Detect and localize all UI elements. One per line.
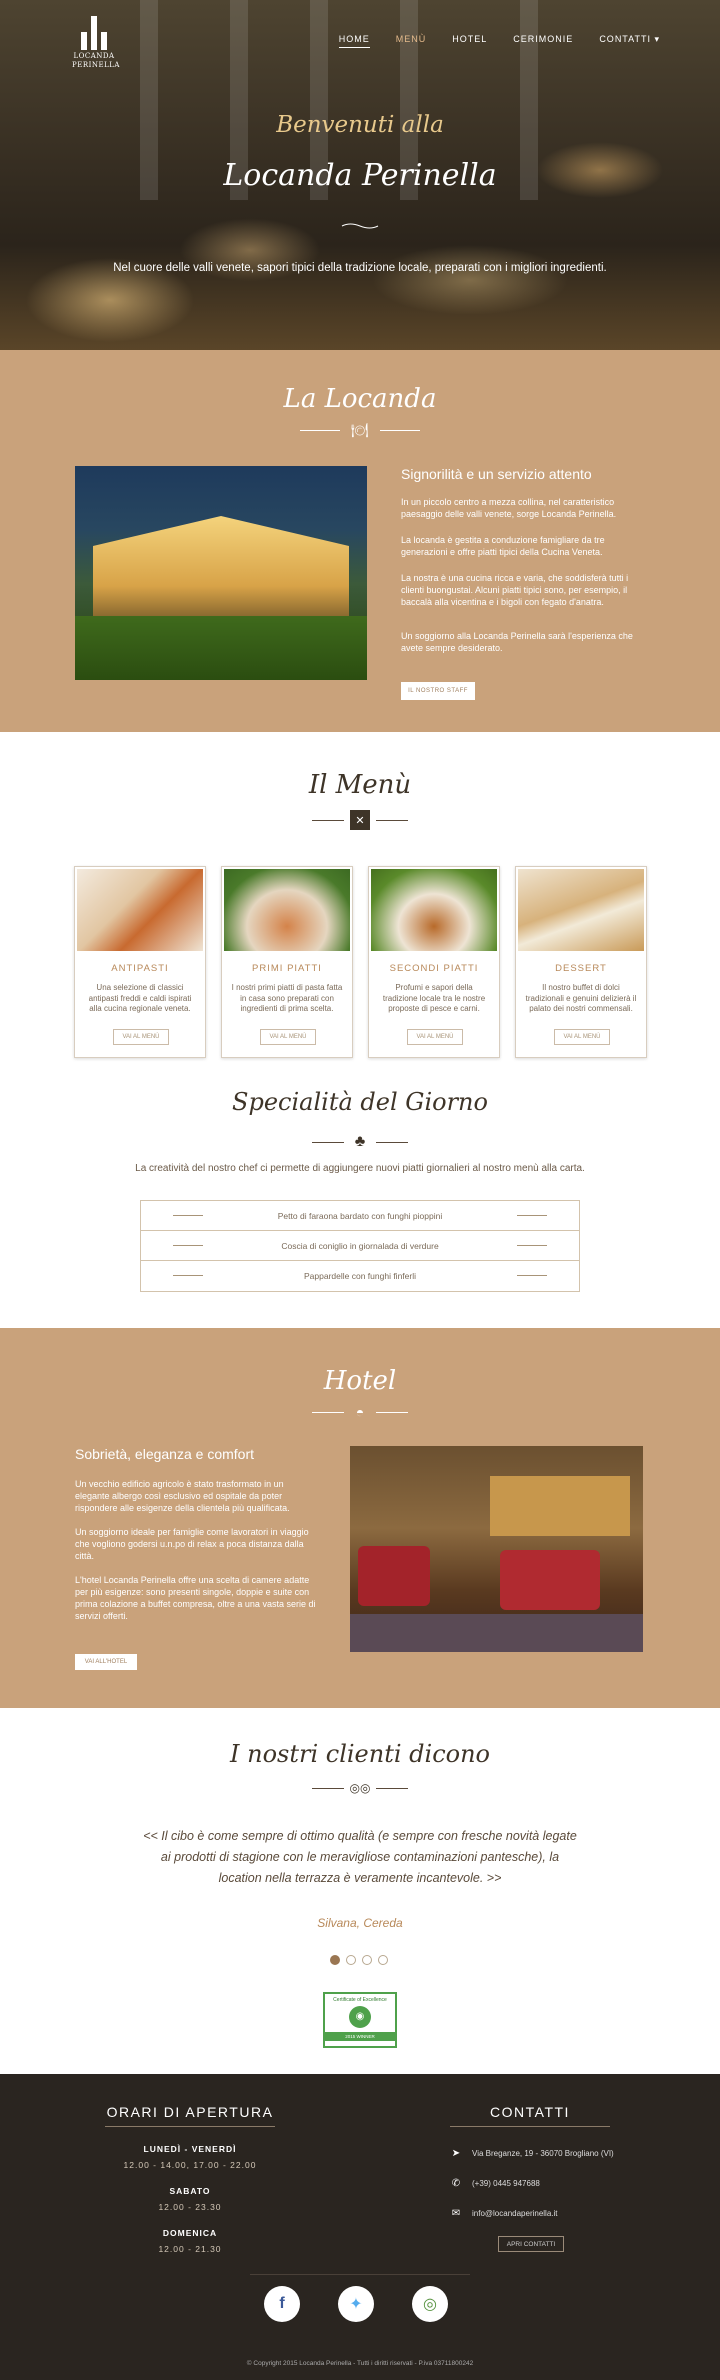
testimonial-author: Silvana, Cereda xyxy=(317,1916,403,1930)
menu-title: Il Menù xyxy=(308,770,412,800)
logo-text: LOCANDA PERINELLA xyxy=(72,52,120,69)
locanda-heading: Signorilità e un servizio attento xyxy=(401,466,592,482)
menu-button[interactable]: VAI AL MENÙ xyxy=(113,1029,169,1045)
address-row: ➤ Via Breganze, 19 - 36070 Brogliano (VI) xyxy=(451,2148,614,2159)
dessert-photo xyxy=(518,869,644,951)
carousel-dots xyxy=(330,1955,388,1965)
hotel-heading: Sobrietà, eleganza e comfort xyxy=(75,1446,254,1462)
locanda-paragraph: La locanda è gestita a conduzione famigl… xyxy=(401,535,605,557)
antipasti-photo xyxy=(77,869,203,951)
testimonial-quote: << Il cibo è come sempre di ottimo quali… xyxy=(143,1829,577,1885)
facebook-icon[interactable]: f xyxy=(264,2286,300,2322)
hours-day: SABATO xyxy=(169,2186,211,2196)
locanda-paragraph: In un piccolo centro a mezza collina, ne… xyxy=(401,497,617,519)
specialita-list: Petto di faraona bardato con funghi piop… xyxy=(140,1200,580,1292)
menu-card-primi[interactable]: PRIMI PIATTI I nostri primi piatti di pa… xyxy=(221,866,353,1058)
menu-button[interactable]: VAI AL MENÙ xyxy=(554,1029,610,1045)
locanda-photo xyxy=(75,466,367,680)
hotel-photo xyxy=(350,1446,643,1652)
ornament-divider-icon xyxy=(341,223,379,229)
phone-row[interactable]: ✆ (+39) 0445 947688 xyxy=(450,2178,540,2189)
hotel-title: Hotel xyxy=(323,1366,397,1396)
card-title: ANTIPASTI xyxy=(111,963,169,974)
hotel-button[interactable]: VAI ALL'HOTEL xyxy=(75,1654,137,1670)
hero-text: Nel cuore delle valli venete, sapori tip… xyxy=(113,262,607,274)
contact-title: CONTATTI xyxy=(490,2104,570,2120)
contact-button[interactable]: APRI CONTATTI xyxy=(498,2236,564,2252)
hours-time: 12.00 - 21.30 xyxy=(158,2244,222,2254)
cutlery-icon: ✕ xyxy=(350,810,370,830)
main-nav: HOME MENÙ HOTEL CERIMONIE CONTATTI ▾ xyxy=(338,34,660,48)
certificate-badge[interactable]: Certificate of Excellence ◉ 2015 WINNER xyxy=(323,1992,397,2048)
locanda-section: La Locanda 🍽 Signorilità e un servizio a… xyxy=(0,350,720,732)
card-desc: I nostri primi piatti di pasta fatta in … xyxy=(231,983,343,1013)
carousel-dot[interactable] xyxy=(362,1955,372,1965)
locanda-paragraph: La nostra è una cucina ricca e varia, ch… xyxy=(401,573,629,607)
locanda-title: La Locanda xyxy=(283,384,437,414)
specialita-title: Specialità del Giorno xyxy=(232,1088,488,1116)
hero-section: LOCANDA PERINELLA HOME MENÙ HOTEL CERIMO… xyxy=(0,0,720,350)
hotel-paragraph: L'hotel Locanda Perinella offre una scel… xyxy=(75,1575,316,1621)
list-item: Petto di faraona bardato con funghi piop… xyxy=(141,1201,579,1231)
hours-day: DOMENICA xyxy=(162,2228,218,2238)
hotel-paragraph: Un vecchio edificio agricolo è stato tra… xyxy=(75,1479,290,1513)
badge-year: 2015 WINNER xyxy=(325,2032,395,2041)
copyright: © Copyright 2015 Locanda Perinella - Tut… xyxy=(246,2360,474,2367)
location-icon: ➤ xyxy=(451,2148,461,2159)
mail-icon: ✉ xyxy=(451,2208,461,2219)
menu-button[interactable]: VAI AL MENÙ xyxy=(260,1029,316,1045)
card-desc: Una selezione di classici antipasti fred… xyxy=(88,983,192,1013)
logo[interactable]: LOCANDA PERINELLA xyxy=(72,16,120,72)
hours-title: ORARI DI APERTURA xyxy=(106,2104,274,2120)
owl-icon: ◉ xyxy=(349,2006,371,2028)
locanda-paragraph: Un soggiorno alla Locanda Perinella sarà… xyxy=(401,631,633,653)
tripadvisor-icon: ◎◎ xyxy=(349,1781,371,1795)
nav-cerimonie[interactable]: CERIMONIE xyxy=(513,34,573,48)
hero-title: Locanda Perinella xyxy=(223,158,497,193)
dish-icon: 🍽 xyxy=(351,421,369,438)
menu-button[interactable]: VAI AL MENÙ xyxy=(407,1029,463,1045)
nav-contatti[interactable]: CONTATTI ▾ xyxy=(599,34,660,48)
secondi-photo xyxy=(371,869,497,951)
menu-card-dessert[interactable]: DESSERT Il nostro buffet di dolci tradiz… xyxy=(515,866,647,1058)
hours-time: 12.00 - 23.30 xyxy=(158,2202,222,2212)
menu-card-secondi[interactable]: SECONDI PIATTI Profumi e sapori della tr… xyxy=(368,866,500,1058)
badge-title: Certificate of Excellence xyxy=(333,1997,387,2003)
tripadvisor-icon[interactable]: ◎ xyxy=(412,2286,448,2322)
card-title: SECONDI PIATTI xyxy=(389,963,479,974)
specialita-text: La creatività del nostro chef ci permett… xyxy=(135,1163,585,1174)
staff-button[interactable]: IL NOSTRO STAFF xyxy=(401,682,475,700)
nav-hotel[interactable]: HOTEL xyxy=(452,34,487,48)
card-desc: Il nostro buffet di dolci tradizionali e… xyxy=(525,983,637,1013)
list-item: Coscia di coniglio in giornalada di verd… xyxy=(141,1231,579,1261)
footer: ORARI DI APERTURA LUNEDÌ - VENERDÌ 12.00… xyxy=(0,2074,720,2380)
card-title: DESSERT xyxy=(555,963,607,974)
list-item: Pappardelle con funghi finferli xyxy=(141,1261,579,1291)
card-title: PRIMI PIATTI xyxy=(252,963,322,974)
menu-card-antipasti[interactable]: ANTIPASTI Una selezione di classici anti… xyxy=(74,866,206,1058)
carousel-dot[interactable] xyxy=(330,1955,340,1965)
carousel-dot[interactable] xyxy=(378,1955,388,1965)
testimonials-title: I nostri clienti dicono xyxy=(230,1740,490,1768)
cloche-icon: ◓ xyxy=(355,1404,365,1420)
carousel-dot[interactable] xyxy=(346,1955,356,1965)
card-desc: Profumi e sapori della tradizione locale… xyxy=(382,983,486,1013)
hours-time: 12.00 - 14.00, 17.00 - 22.00 xyxy=(123,2160,257,2170)
chef-hat-icon: ♣ xyxy=(354,1133,366,1150)
hotel-section: Hotel ◓ Sobrietà, eleganza e comfort Un … xyxy=(0,1328,720,1708)
phone-icon: ✆ xyxy=(451,2178,461,2189)
email-row[interactable]: ✉ info@locandaperinella.it xyxy=(450,2208,558,2219)
hero-subtitle: Benvenuti alla xyxy=(276,112,444,138)
hotel-paragraph: Un soggiorno ideale per famiglie come la… xyxy=(75,1527,309,1561)
nav-menu[interactable]: MENÙ xyxy=(396,34,427,48)
nav-home[interactable]: HOME xyxy=(338,34,370,48)
primi-photo xyxy=(224,869,350,951)
hours-day: LUNEDÌ - VENERDÌ xyxy=(143,2144,237,2154)
twitter-icon[interactable]: ✦ xyxy=(338,2286,374,2322)
